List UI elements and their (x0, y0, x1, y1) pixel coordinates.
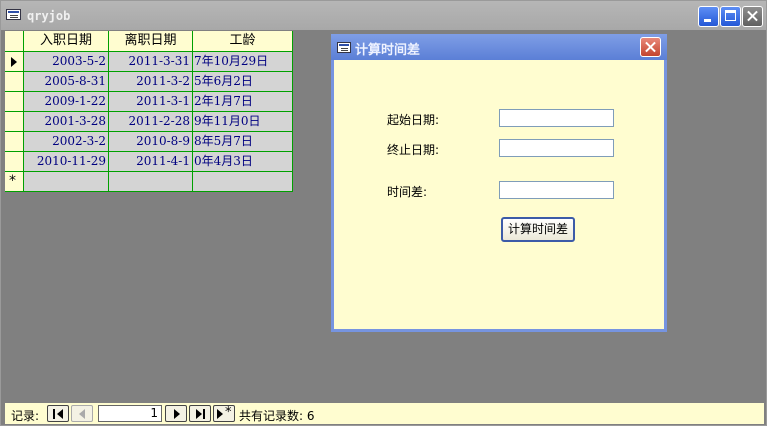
start-date-field[interactable] (499, 109, 614, 127)
datasheet-grid: 入职日期 离职日期 工龄 2003-5-2 2011-3-31 7年10月29日… (5, 31, 293, 192)
cell-leave-date[interactable]: 2011-3-2 (109, 72, 193, 92)
cell-leave-date[interactable]: 2011-3-1 (109, 92, 193, 112)
new-record-button[interactable]: * (213, 405, 235, 422)
cell-hire-date[interactable]: 2005-8-31 (24, 72, 109, 92)
previous-record-icon (79, 409, 85, 419)
new-record-selector[interactable]: * (5, 172, 24, 192)
cell-hire-date[interactable]: 2010-11-29 (24, 152, 109, 172)
dialog-title: 计算时间差 (355, 43, 421, 58)
cell-seniority[interactable]: 7年10月29日 (193, 52, 293, 72)
select-all-corner[interactable] (5, 31, 24, 52)
end-date-field[interactable] (499, 139, 614, 157)
next-record-icon (174, 409, 180, 419)
cell-leave-date[interactable]: 2011-3-31 (109, 52, 193, 72)
next-record-button[interactable] (165, 405, 187, 422)
cell-seniority[interactable]: 8年5月7日 (193, 132, 293, 152)
dialog-title-bar[interactable]: 计算时间差 (331, 34, 667, 60)
cell-seniority[interactable]: 5年6月2日 (193, 72, 293, 92)
form-icon (6, 9, 21, 20)
record-count: 共有记录数: 6 (239, 409, 315, 423)
column-header-hire-date[interactable]: 入职日期 (24, 31, 109, 52)
row-selector[interactable] (5, 112, 24, 132)
column-header-seniority[interactable]: 工龄 (193, 31, 293, 52)
last-record-button[interactable] (189, 405, 211, 422)
row-selector[interactable] (5, 52, 24, 72)
time-diff-field[interactable] (499, 181, 614, 199)
current-record-pointer-icon (11, 57, 17, 67)
cell-seniority[interactable]: 2年1月7日 (193, 92, 293, 112)
column-header-leave-date[interactable]: 离职日期 (109, 31, 193, 52)
cell-hire-date[interactable]: 2002-3-2 (24, 132, 109, 152)
close-button[interactable] (742, 6, 763, 27)
previous-record-button[interactable] (71, 405, 93, 422)
cell-seniority[interactable]: 9年11月0日 (193, 112, 293, 132)
close-icon (641, 38, 660, 56)
close-icon (743, 7, 762, 26)
first-record-button[interactable] (47, 405, 69, 422)
calculate-time-diff-button[interactable]: 计算时间差 (501, 217, 575, 242)
time-diff-dialog: 计算时间差 起始日期: 终止日期: 时间差: 计算时间差 (331, 34, 667, 332)
row-selector[interactable] (5, 72, 24, 92)
new-record-icon: * (9, 173, 16, 189)
first-record-icon (57, 409, 63, 419)
main-window: qryjob 入职日期 离职日期 工龄 2003-5-2 2011-3-31 7… (0, 0, 767, 426)
new-cell-hire-date[interactable] (24, 172, 109, 192)
dialog-form-icon (337, 42, 351, 53)
last-record-icon (196, 409, 202, 419)
minimize-button[interactable] (698, 6, 719, 27)
start-date-label: 起始日期: (387, 113, 440, 127)
cell-hire-date[interactable]: 2001-3-28 (24, 112, 109, 132)
window-title: qryjob (27, 9, 71, 23)
title-bar[interactable]: qryjob (1, 1, 766, 30)
record-label: 记录: (11, 409, 40, 423)
cell-hire-date[interactable]: 2003-5-2 (24, 52, 109, 72)
end-date-label: 终止日期: (387, 143, 440, 157)
cell-hire-date[interactable]: 2009-1-22 (24, 92, 109, 112)
row-selector[interactable] (5, 92, 24, 112)
cell-leave-date[interactable]: 2011-2-28 (109, 112, 193, 132)
cell-leave-date[interactable]: 2011-4-1 (109, 152, 193, 172)
dialog-close-button[interactable] (640, 37, 661, 57)
new-record-arrow-icon (217, 409, 223, 419)
cell-seniority[interactable]: 0年4月3日 (193, 152, 293, 172)
record-navigator: 记录: 1 * 共有记录数: 6 (5, 403, 764, 424)
new-record-star-icon: * (225, 405, 232, 420)
current-record-field[interactable]: 1 (98, 405, 162, 422)
new-cell-seniority[interactable] (193, 172, 293, 192)
new-cell-leave-date[interactable] (109, 172, 193, 192)
cell-leave-date[interactable]: 2010-8-9 (109, 132, 193, 152)
row-selector[interactable] (5, 152, 24, 172)
row-selector[interactable] (5, 132, 24, 152)
maximize-button[interactable] (720, 6, 741, 27)
time-diff-label: 时间差: (387, 185, 428, 199)
